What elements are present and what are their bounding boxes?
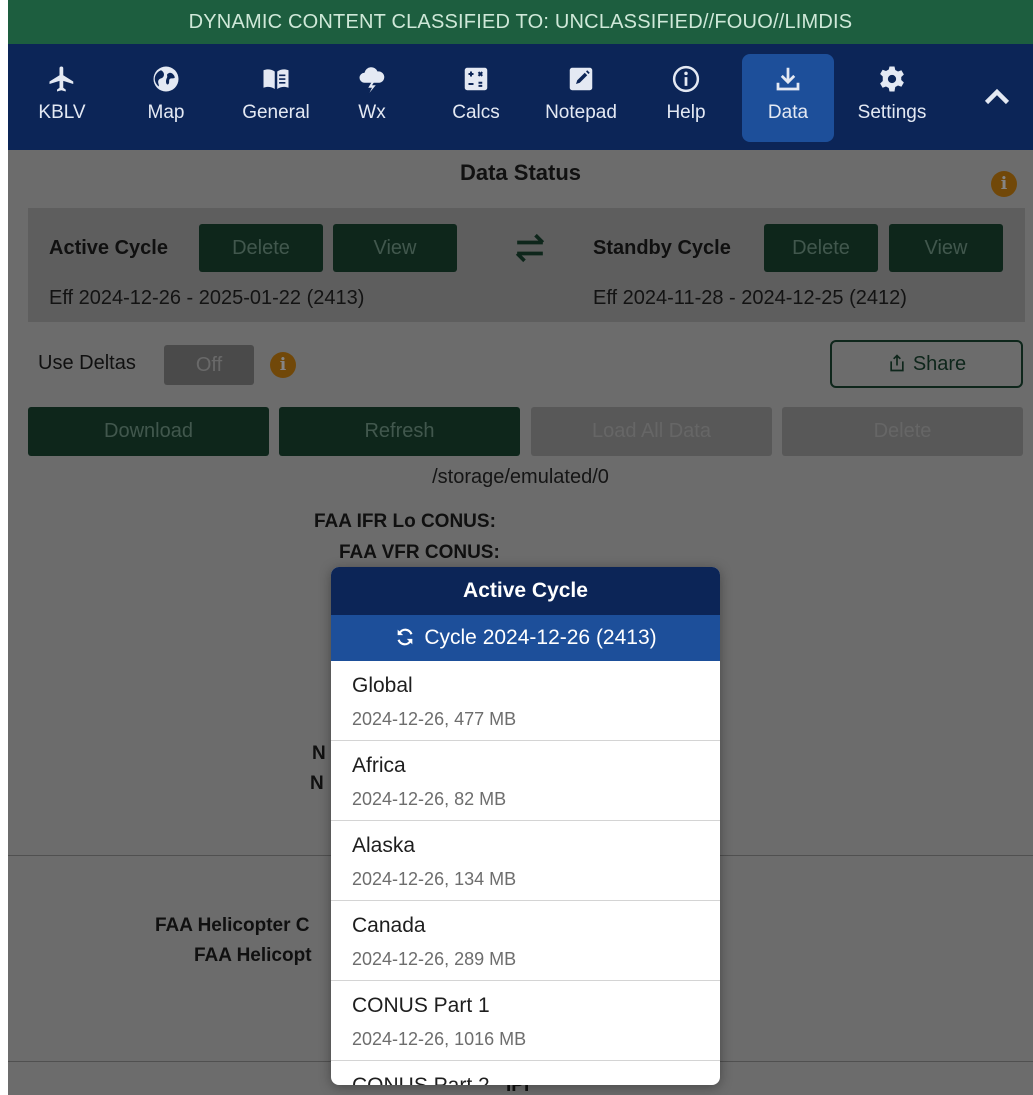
dialog-title: Active Cycle: [331, 567, 720, 615]
region-name: Alaska: [352, 834, 416, 857]
download-icon: [742, 56, 834, 100]
region-meta: 2024-12-26, 82 MB: [352, 789, 507, 809]
classification-banner: DYNAMIC CONTENT CLASSIFIED TO: UNCLASSIF…: [8, 0, 1033, 44]
nav-item-data[interactable]: Data: [742, 54, 834, 142]
top-nav-bar: KBLV Map General Wx Calcs Notepad Help D…: [8, 44, 1033, 150]
nav-label: Wx: [358, 102, 386, 123]
region-meta: 2024-12-26, 134 MB: [352, 869, 517, 889]
globe-icon: [130, 56, 202, 100]
nav-label: Notepad: [545, 102, 617, 123]
list-item-conus-part-2[interactable]: CONUS Part 2: [331, 1061, 720, 1085]
nav-label: Settings: [857, 102, 927, 123]
info-icon: [658, 56, 714, 100]
nav-item-calcs[interactable]: Calcs: [438, 54, 514, 142]
list-item-global[interactable]: Global 2024-12-26, 477 MB: [331, 661, 720, 741]
region-meta: 2024-12-26, 289 MB: [352, 949, 517, 969]
nav-item-map[interactable]: Map: [130, 54, 202, 142]
nav-label: General: [242, 102, 310, 123]
list-item-alaska[interactable]: Alaska 2024-12-26, 134 MB: [331, 821, 720, 901]
region-name: Canada: [352, 914, 426, 937]
active-cycle-dialog: Active Cycle Cycle 2024-12-26 (2413) Glo…: [331, 567, 720, 1085]
sync-icon: [397, 628, 413, 646]
storm-cloud-icon: [342, 56, 402, 100]
nav-item-wx[interactable]: Wx: [342, 54, 402, 142]
calculator-icon: [438, 56, 514, 100]
nav-label: KBLV: [38, 102, 86, 123]
nav-label: Map: [147, 102, 185, 123]
nav-item-notepad[interactable]: Notepad: [536, 54, 626, 142]
region-meta: 2024-12-26, 1016 MB: [352, 1029, 527, 1049]
cycle-selector[interactable]: Cycle 2024-12-26 (2413): [331, 615, 720, 661]
region-name: CONUS Part 2: [352, 1073, 720, 1085]
region-meta: 2024-12-26, 477 MB: [352, 709, 517, 729]
chevron-up-icon[interactable]: [979, 80, 1015, 116]
nav-item-kblv[interactable]: KBLV: [22, 54, 102, 142]
nav-item-general[interactable]: General: [226, 54, 326, 142]
app-window: DYNAMIC CONTENT CLASSIFIED TO: UNCLASSIF…: [8, 0, 1033, 1095]
nav-label: Data: [767, 102, 809, 123]
list-item-africa[interactable]: Africa 2024-12-26, 82 MB: [331, 741, 720, 821]
nav-label: Help: [666, 102, 706, 123]
airplane-icon: [22, 56, 102, 100]
gear-icon: [848, 56, 936, 100]
region-name: Global: [352, 674, 413, 697]
region-name: CONUS Part 1: [352, 994, 490, 1017]
book-icon: [226, 56, 326, 100]
list-item-conus-part-1[interactable]: CONUS Part 1 2024-12-26, 1016 MB: [331, 981, 720, 1061]
nav-item-help[interactable]: Help: [658, 54, 714, 142]
region-name: Africa: [352, 754, 406, 777]
notepad-icon: [536, 56, 626, 100]
nav-item-settings[interactable]: Settings: [848, 54, 936, 142]
cycle-selector-label: Cycle 2024-12-26 (2413): [424, 626, 657, 649]
nav-label: Calcs: [452, 102, 500, 123]
list-item-canada[interactable]: Canada 2024-12-26, 289 MB: [331, 901, 720, 981]
